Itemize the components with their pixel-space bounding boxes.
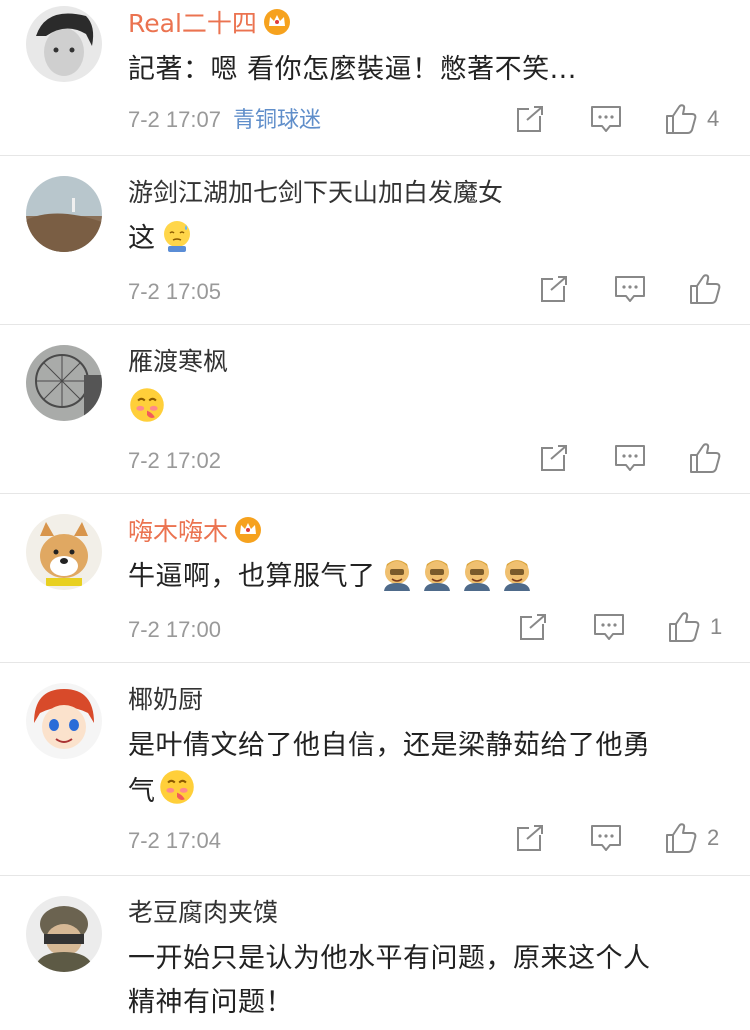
username[interactable]: 老豆腐肉夹馍 (128, 898, 278, 928)
comment-meta: 7-2 17:04 (128, 827, 221, 855)
comment-button[interactable] (614, 443, 646, 475)
username-text: 游剑江湖加七剑下天山加白发魔女 (128, 178, 504, 207)
username-text: 椰奶厨 (128, 685, 204, 714)
avatar[interactable] (26, 345, 102, 421)
comment-text-content: 記著：嗯 看你怎麼裝逼！憋著不笑... (128, 54, 577, 85)
comment-button[interactable] (590, 823, 622, 855)
like-button[interactable]: 4 (665, 103, 719, 135)
timestamp: 7-2 17:04 (128, 828, 221, 853)
avatar[interactable] (26, 6, 102, 82)
lick-face-emoji (129, 387, 165, 423)
thumbs-up-icon (690, 274, 721, 304)
comment-text: 这 (128, 217, 728, 261)
share-button[interactable] (518, 612, 550, 644)
comment-icon (594, 614, 624, 640)
username-text: 老豆腐肉夹馍 (128, 898, 279, 927)
like-button[interactable] (689, 273, 721, 305)
comment-icon (591, 825, 621, 851)
comment-meta: 7-2 17:05 (128, 278, 221, 306)
comment-item: Real二十四 記著：嗯 看你怎麼裝逼！憋著不笑... 7-2 17:07 青铜球… (0, 0, 750, 156)
fan-tag[interactable]: 青铜球迷 (233, 107, 321, 132)
comment-text-line: 精神有问题！ (128, 987, 293, 1018)
sweat-face-emoji (162, 220, 191, 253)
comment-text-line: 一开始只是认为他水平有问题，原来这个人 (128, 943, 651, 974)
comment-item: 游剑江湖加七剑下天山加白发魔女 这 7-2 17:05 (0, 156, 750, 325)
comment-text-content: 这 (128, 223, 156, 254)
vip-crown-icon (234, 516, 262, 551)
facepalm-emoji (382, 559, 411, 591)
like-button[interactable] (689, 442, 721, 474)
comment-item: 老豆腐肉夹馍 一开始只是认为他水平有问题，原来这个人 精神有问题！ (0, 876, 750, 1030)
comment-meta: 7-2 17:02 (128, 447, 221, 475)
avatar[interactable] (26, 683, 102, 759)
timestamp: 7-2 17:02 (128, 448, 221, 473)
like-button[interactable]: 2 (665, 822, 719, 854)
comment-text: 牛逼啊，也算服气了 (128, 555, 728, 599)
share-button[interactable] (515, 823, 547, 855)
comment-button[interactable] (593, 612, 625, 644)
comment-icon (615, 276, 645, 302)
share-button[interactable] (539, 274, 571, 306)
vip-crown-icon (263, 8, 291, 43)
share-button[interactable] (515, 104, 547, 136)
username[interactable]: Real二十四 (128, 8, 291, 43)
comment-text: 記著：嗯 看你怎麼裝逼！憋著不笑... (128, 48, 728, 92)
comment-text: 是叶倩文给了他自信，还是梁静茹给了他勇 气 (128, 724, 728, 814)
comment-text (128, 386, 728, 432)
share-icon (517, 104, 546, 132)
username-text: 雁渡寒枫 (128, 347, 229, 376)
facepalm-emoji (422, 559, 451, 591)
comment-text-line: 气 (128, 768, 728, 814)
username[interactable]: 雁渡寒枫 (128, 347, 228, 377)
comment-item: 椰奶厨 是叶倩文给了他自信，还是梁静茹给了他勇 气 7-2 17:04 2 (0, 663, 750, 876)
comment-button[interactable] (614, 274, 646, 306)
comment-meta: 7-2 17:00 (128, 616, 221, 644)
comment-text: 一开始只是认为他水平有问题，原来这个人 精神有问题！ (128, 937, 728, 1025)
username[interactable]: 嗨木嗨木 (128, 516, 262, 551)
comment-icon (615, 445, 645, 471)
timestamp: 7-2 17:00 (128, 617, 221, 642)
comment-text-line: 是叶倩文给了他自信，还是梁静茹给了他勇 (128, 730, 651, 761)
comment-button[interactable] (590, 104, 622, 136)
thumbs-up-icon (690, 443, 721, 473)
like-count: 1 (710, 614, 723, 639)
username-text: Real二十四 (128, 9, 257, 38)
like-count: 4 (707, 106, 720, 131)
username[interactable]: 游剑江湖加七剑下天山加白发魔女 (128, 178, 503, 208)
comment-text-content: 气 (128, 776, 156, 807)
facepalm-emoji (502, 559, 531, 591)
share-button[interactable] (539, 443, 571, 475)
lick-face-emoji (158, 769, 195, 805)
avatar[interactable] (26, 896, 102, 972)
avatar[interactable] (26, 176, 102, 252)
timestamp: 7-2 17:07 (128, 107, 221, 132)
avatar[interactable] (26, 514, 102, 590)
share-icon (541, 274, 570, 302)
username[interactable]: 椰奶厨 (128, 685, 203, 715)
comment-text-content: 牛逼啊，也算服气了 (128, 561, 376, 592)
share-icon (517, 823, 546, 851)
facepalm-emoji (462, 559, 491, 591)
thumbs-up-icon (669, 612, 700, 642)
comment-item: 雁渡寒枫 7-2 17:02 (0, 325, 750, 494)
like-count: 2 (707, 825, 720, 850)
thumbs-up-icon (666, 104, 697, 134)
share-icon (541, 443, 570, 471)
timestamp: 7-2 17:05 (128, 279, 221, 304)
comment-item: 嗨木嗨木 牛逼啊，也算服气了 7-2 17:00 1 (0, 494, 750, 663)
thumbs-up-icon (666, 823, 697, 853)
comment-icon (591, 106, 621, 132)
like-button[interactable]: 1 (668, 611, 722, 643)
username-text: 嗨木嗨木 (128, 517, 229, 546)
comment-meta: 7-2 17:07 青铜球迷 (128, 106, 321, 134)
share-icon (520, 612, 549, 640)
